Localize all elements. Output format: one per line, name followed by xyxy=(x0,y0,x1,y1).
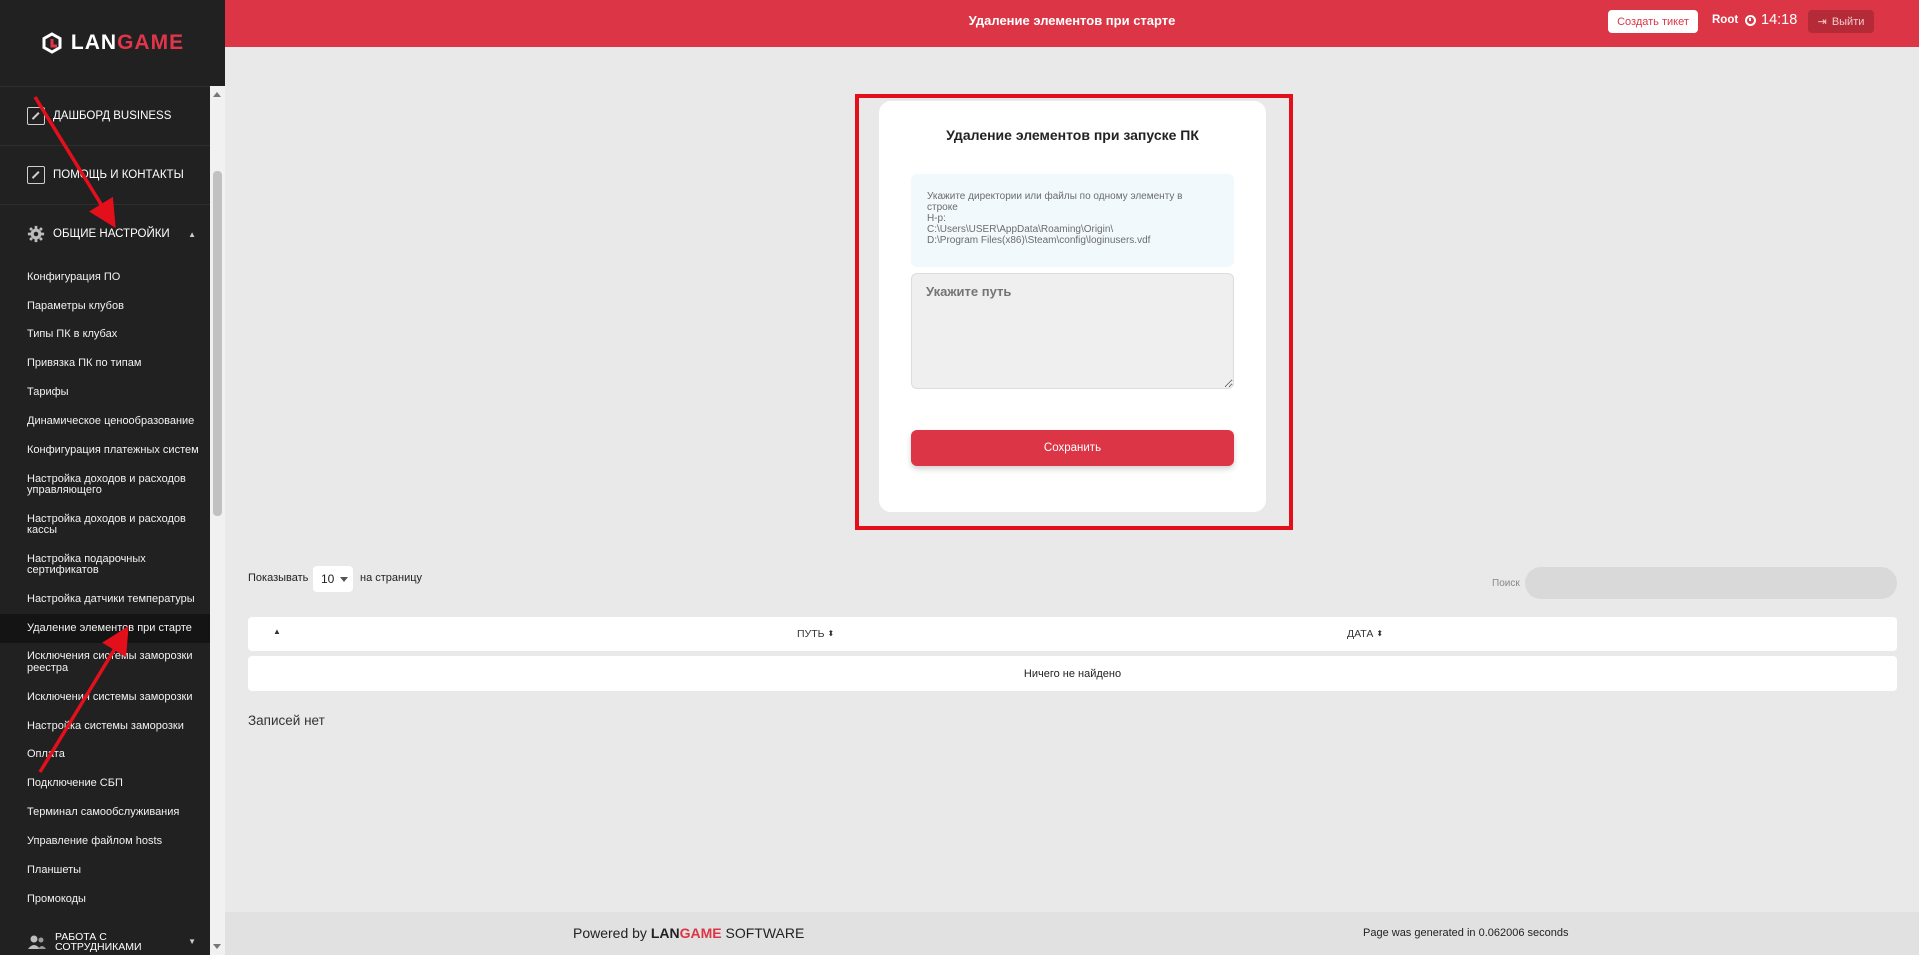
sidebar-item-help[interactable]: ПОМОЩЬ И КОНТАКТЫ xyxy=(0,145,210,204)
sidebar: LANGAME ДАШБОРД BUSINESS ПОМОЩЬ И КОНТАК… xyxy=(0,0,225,955)
page-generated-text: Page was generated in 0.062006 seconds xyxy=(1363,927,1569,939)
table-header: ▲ ПУТЬ ⬍ ДАТА ⬍ xyxy=(248,617,1897,651)
sort-icon: ▲ xyxy=(273,627,281,636)
sidebar-subitem[interactable]: Подключение СБП xyxy=(0,770,210,799)
column-header-index[interactable]: ▲ xyxy=(270,628,281,636)
edit-box-icon xyxy=(27,166,45,184)
sidebar-item-label: ПОМОЩЬ И КОНТАКТЫ xyxy=(53,169,184,181)
logo-text: LANGAME xyxy=(70,31,185,54)
footer-brand-suffix: SOFTWARE xyxy=(725,925,805,941)
sidebar-subitem[interactable]: Терминал самообслуживания xyxy=(0,799,210,828)
table-empty-row: Ничего не найдено xyxy=(248,656,1897,691)
sidebar-subitem[interactable]: Настройка доходов и расходов кассы xyxy=(0,505,210,545)
page-size-value: 10 xyxy=(321,572,335,586)
sidebar-subitem[interactable]: Промокоды xyxy=(0,885,210,914)
langame-logo-icon xyxy=(42,32,62,54)
column-label: ПУТЬ xyxy=(797,628,825,640)
column-header-date[interactable]: ДАТА ⬍ xyxy=(1347,628,1383,640)
path-textarea[interactable] xyxy=(911,273,1234,389)
scroll-thumb[interactable] xyxy=(213,171,222,516)
hint-line: Н-р: xyxy=(927,213,946,224)
clock: 14:18 xyxy=(1745,12,1797,28)
sort-icon: ⬍ xyxy=(827,629,835,638)
clock-icon xyxy=(1745,14,1756,26)
gear-icon xyxy=(27,225,45,243)
sidebar-subitem[interactable]: Управление файлом hosts xyxy=(0,827,210,856)
clock-time: 14:18 xyxy=(1761,12,1798,28)
dropdown-arrow-icon xyxy=(340,576,349,582)
sidebar-subitem[interactable]: Настройка системы заморозки xyxy=(0,712,210,741)
card-title: Удаление элементов при запуске ПК xyxy=(946,127,1199,143)
sidebar-subitem[interactable]: Настройка датчики температуры xyxy=(0,585,210,614)
logout-icon: ⇥ xyxy=(1817,16,1827,28)
sidebar-subitem[interactable]: Типы ПК в клубах xyxy=(0,321,210,350)
sidebar-subitem[interactable]: Планшеты xyxy=(0,856,210,885)
chevron-up-icon: ▲ xyxy=(188,229,196,239)
show-label: Показывать xyxy=(248,572,309,584)
hint-line: D:\Program Files(x86)\Steam\config\login… xyxy=(927,235,1151,246)
logout-button[interactable]: ⇥ Выйти xyxy=(1808,10,1874,33)
footer-brand: LANGAME xyxy=(650,925,722,941)
hint-line: C:\Users\USER\AppData\Roaming\Origin\ xyxy=(927,224,1114,235)
sidebar-subitem[interactable]: Исключения системы заморозки xyxy=(0,683,210,712)
search-label: Поиск xyxy=(1492,578,1520,589)
per-page-label: на страницу xyxy=(360,572,423,584)
sidebar-item-label: ОБЩИЕ НАСТРОЙКИ xyxy=(53,228,170,240)
column-header-path[interactable]: ПУТЬ ⬍ xyxy=(797,628,834,640)
sidebar-subitem-active[interactable]: Удаление элементов при старте xyxy=(0,614,210,644)
sidebar-item-dashboard[interactable]: ДАШБОРД BUSINESS xyxy=(0,86,210,145)
users-icon xyxy=(28,935,46,949)
hint-box: Укажите директории или файлы по одному э… xyxy=(911,174,1234,267)
sidebar-subitem[interactable]: Привязка ПК по типам xyxy=(0,350,210,379)
sidebar-subitem[interactable]: Конфигурация ПО xyxy=(0,263,210,292)
logo[interactable]: LANGAME xyxy=(0,0,225,86)
sidebar-subitem[interactable]: Исключения системы заморозки реестра xyxy=(0,643,210,683)
powered-by: Powered by LANGAME SOFTWARE xyxy=(573,925,804,941)
column-label: ДАТА xyxy=(1347,628,1374,640)
edit-box-icon xyxy=(27,107,45,125)
sidebar-subitem[interactable]: Параметры клубов xyxy=(0,292,210,321)
sort-icon: ⬍ xyxy=(1376,629,1384,638)
sidebar-item-staff[interactable]: РАБОТА С СОТРУДНИКАМИ ▼ xyxy=(0,929,210,955)
top-header: Удаление элементов при старте Создать ти… xyxy=(225,0,1919,47)
sidebar-subitem[interactable]: Настройка подарочных сертификатов xyxy=(0,545,210,585)
powered-prefix: Powered by xyxy=(573,925,647,941)
user-name[interactable]: Root xyxy=(1712,14,1738,26)
scroll-down-arrow-icon[interactable] xyxy=(213,944,221,949)
hint-line: строке xyxy=(927,202,958,213)
scroll-up-arrow-icon[interactable] xyxy=(213,92,221,97)
sidebar-subitem[interactable]: Оплата xyxy=(0,741,210,770)
logout-label: Выйти xyxy=(1831,15,1865,28)
sidebar-item-label: РАБОТА С СОТРУДНИКАМИ xyxy=(55,930,142,953)
hint-line: Укажите директории или файлы по одному э… xyxy=(927,191,1183,202)
sidebar-subitem[interactable]: Тарифы xyxy=(0,379,210,408)
sidebar-item-general-settings[interactable]: ОБЩИЕ НАСТРОЙКИ ▲ xyxy=(0,204,210,263)
settings-card: Удаление элементов при запуске ПК Укажит… xyxy=(879,101,1266,512)
no-records-text: Записей нет xyxy=(248,713,325,728)
sidebar-nav: ДАШБОРД BUSINESS ПОМОЩЬ И КОНТАКТЫ ОБЩИЕ… xyxy=(0,86,210,914)
sidebar-item-label: ДАШБОРД BUSINESS xyxy=(53,110,172,122)
sidebar-subitem[interactable]: Настройка доходов и расходов управляющег… xyxy=(0,465,210,505)
save-button[interactable]: Сохранить xyxy=(911,430,1234,466)
search-input[interactable] xyxy=(1525,567,1897,599)
sidebar-subitem[interactable]: Конфигурация платежных систем xyxy=(0,436,210,465)
sidebar-scrollbar[interactable] xyxy=(210,86,225,955)
sidebar-subitem[interactable]: Динамическое ценообразование xyxy=(0,407,210,436)
footer: Powered by LANGAME SOFTWARE Page was gen… xyxy=(225,912,1919,955)
create-ticket-button[interactable]: Создать тикет xyxy=(1608,10,1698,33)
chevron-down-icon: ▼ xyxy=(188,937,196,946)
page-size-select[interactable]: 10 xyxy=(313,566,353,592)
